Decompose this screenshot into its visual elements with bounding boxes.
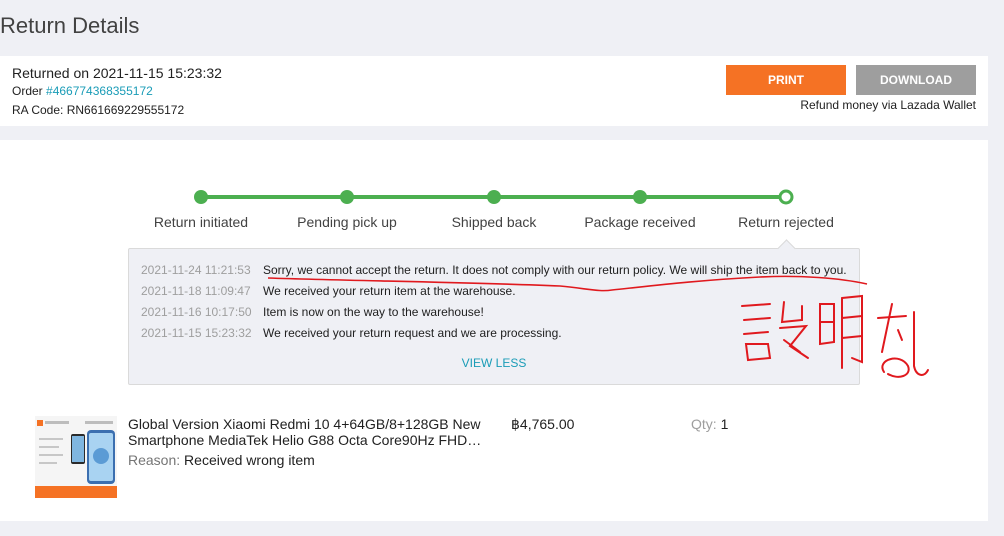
history-message: We received your return request and we a…	[263, 326, 562, 340]
history-timestamp: 2021-11-18 11:09:47	[141, 284, 251, 298]
history-message: We received your return item at the ware…	[263, 284, 516, 298]
history-message: Item is now on the way to the warehouse!	[263, 305, 484, 319]
returned-on-date: Returned on 2021-11-15 15:23:32	[12, 65, 222, 81]
step-dot-return-initiated	[194, 190, 208, 204]
step-label-return-rejected: Return rejected	[738, 214, 834, 230]
qty-value: 1	[720, 416, 729, 432]
step-dot-pending-pick-up	[340, 190, 354, 204]
step-dot-package-received	[633, 190, 647, 204]
return-summary-card: Returned on 2021-11-15 15:23:32 Order #4…	[0, 56, 988, 126]
history-caret	[777, 239, 796, 258]
return-detail-card: Return initiated Pending pick up Shipped…	[0, 140, 988, 521]
step-dot-shipped-back	[487, 190, 501, 204]
reason-label: Reason:	[128, 452, 181, 468]
product-title[interactable]: Global Version Xiaomi Redmi 10 4+64GB/8+…	[128, 416, 498, 448]
return-reason: Reason: Received wrong item	[128, 452, 315, 468]
step-label-pending-pick-up: Pending pick up	[297, 214, 397, 230]
qty-label: Qty:	[691, 416, 717, 432]
order-line: Order #466774368355172	[12, 84, 153, 98]
print-button[interactable]: PRINT	[726, 65, 846, 95]
order-number-link[interactable]: #466774368355172	[46, 84, 153, 98]
product-price: ฿4,765.00	[511, 416, 575, 432]
progress-tracker	[194, 189, 794, 205]
reason-value: Received wrong item	[184, 452, 315, 468]
history-entry: 2021-11-18 11:09:47 We received your retu…	[141, 283, 516, 299]
download-button[interactable]: DOWNLOAD	[856, 65, 976, 95]
step-label-package-received: Package received	[584, 214, 696, 230]
history-entry: 2021-11-24 11:21:53 Sorry, we cannot acce…	[141, 262, 847, 278]
step-dot-return-rejected	[778, 189, 794, 205]
refund-method-note: Refund money via Lazada Wallet	[800, 98, 976, 112]
step-label-shipped-back: Shipped back	[451, 214, 537, 230]
product-thumbnail	[35, 416, 117, 498]
history-entry: 2021-11-15 15:23:32 We received your retu…	[141, 325, 562, 341]
order-prefix: Order	[12, 84, 47, 98]
product-image-art	[35, 416, 117, 498]
history-timestamp: 2021-11-15 15:23:32	[141, 326, 252, 340]
history-timestamp: 2021-11-16 10:17:50	[141, 305, 252, 319]
history-message: Sorry, we cannot accept the return. It d…	[263, 263, 847, 277]
step-label-return-initiated: Return initiated	[153, 214, 249, 230]
product-quantity: Qty: 1	[691, 416, 728, 432]
view-less-link[interactable]: VIEW LESS	[129, 356, 859, 370]
return-history-panel: 2021-11-24 11:21:53 Sorry, we cannot acce…	[128, 239, 860, 385]
ra-code: RA Code: RN661669229555172	[12, 103, 185, 117]
page-title: Return Details	[0, 13, 140, 38]
history-entry: 2021-11-16 10:17:50 Item is now on the wa…	[141, 304, 484, 320]
history-timestamp: 2021-11-24 11:21:53	[141, 263, 251, 277]
